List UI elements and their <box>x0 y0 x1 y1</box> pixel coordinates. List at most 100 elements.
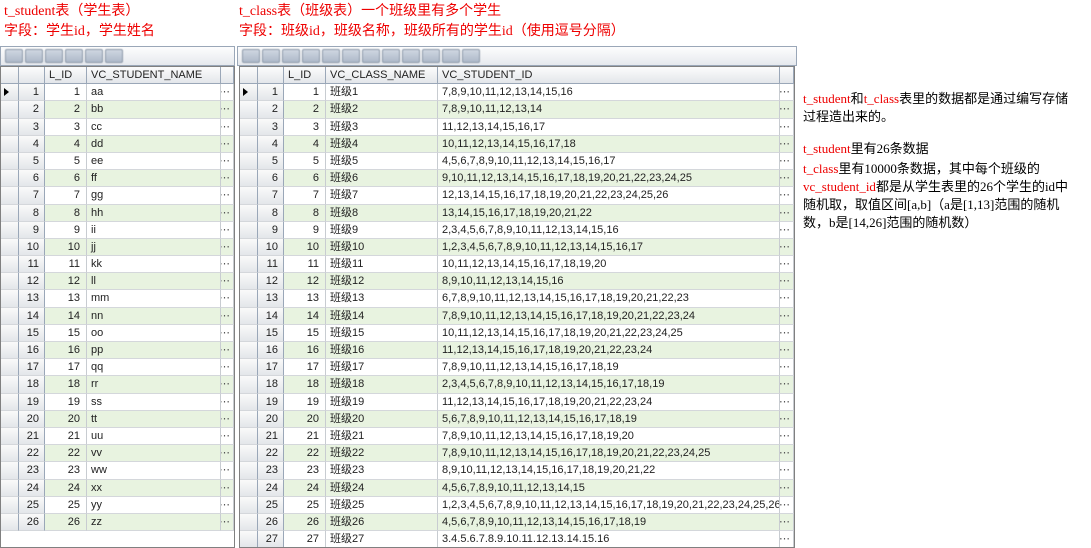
table-row[interactable]: 44dd <box>1 136 234 153</box>
cell-student-name[interactable]: ff <box>87 170 221 187</box>
cell-student-name[interactable]: ee <box>87 153 221 170</box>
toolbar-icon[interactable] <box>85 49 103 63</box>
cell-more-icon[interactable] <box>221 376 234 393</box>
cell-student-ids[interactable]: 1,2,3,4,5,6,7,8,9,10,11,12,13,14,15,16,1… <box>438 239 780 256</box>
cell-lid[interactable]: 13 <box>284 290 326 307</box>
toolbar-icon[interactable] <box>262 49 280 63</box>
toolbar-icon[interactable] <box>302 49 320 63</box>
row-gutter[interactable] <box>1 187 19 204</box>
table-row[interactable]: 99班级92,3,4,5,6,7,8,9,10,11,12,13,14,15,1… <box>240 222 794 239</box>
row-gutter[interactable] <box>1 136 19 153</box>
table-row[interactable]: 2727班级273.4.5.6.7.8.9.10.11.12.13.14.15.… <box>240 531 794 547</box>
cell-lid[interactable]: 17 <box>45 359 87 376</box>
table-row[interactable]: 2323ww <box>1 462 234 479</box>
table-row[interactable]: 1111kk <box>1 256 234 273</box>
row-gutter[interactable] <box>240 497 258 514</box>
cell-lid[interactable]: 1 <box>45 84 87 101</box>
table-row[interactable]: 1515班级1510,11,12,13,14,15,16,17,18,19,20… <box>240 325 794 342</box>
table-row[interactable]: 1616pp <box>1 342 234 359</box>
col-header-name[interactable]: VC_STUDENT_NAME <box>87 67 221 84</box>
cell-student-ids[interactable]: 7,8,9,10,11,12,13,14,15,16,17,18,19,20,2… <box>438 445 780 462</box>
gutter-header[interactable] <box>1 67 19 84</box>
cell-more-icon[interactable] <box>221 273 234 290</box>
table-row[interactable]: 1010班级101,2,3,4,5,6,7,8,9,10,11,12,13,14… <box>240 239 794 256</box>
table-row[interactable]: 2424班级244,5,6,7,8,9,10,11,12,13,14,15 <box>240 480 794 497</box>
row-gutter[interactable] <box>1 342 19 359</box>
cell-more-icon[interactable] <box>221 119 234 136</box>
toolbar-icon[interactable] <box>5 49 23 63</box>
cell-more-icon[interactable] <box>221 84 234 101</box>
table-row[interactable]: 2323班级238,9,10,11,12,13,14,15,16,17,18,1… <box>240 462 794 479</box>
cell-more-icon[interactable] <box>780 480 794 497</box>
table-row[interactable]: 1919班级1911,12,13,14,15,16,17,18,19,20,21… <box>240 394 794 411</box>
table-row[interactable]: 1717班级177,8,9,10,11,12,13,14,15,16,17,18… <box>240 359 794 376</box>
cell-lid[interactable]: 14 <box>45 308 87 325</box>
col-header-class-name[interactable]: VC_CLASS_NAME <box>326 67 438 84</box>
cell-student-ids[interactable]: 8,9,10,11,12,13,14,15,16,17,18,19,20,21,… <box>438 462 780 479</box>
cell-student-ids[interactable]: 2,3,4,5,6,7,8,9,10,11,12,13,14,15,16,17,… <box>438 376 780 393</box>
cell-lid[interactable]: 4 <box>45 136 87 153</box>
table-row[interactable]: 2626zz <box>1 514 234 531</box>
cell-student-ids[interactable]: 11,12,13,14,15,16,17,18,19,20,21,22,23,2… <box>438 394 780 411</box>
cell-lid[interactable]: 7 <box>45 187 87 204</box>
cell-lid[interactable]: 16 <box>284 342 326 359</box>
cell-student-name[interactable]: nn <box>87 308 221 325</box>
cell-student-name[interactable]: xx <box>87 480 221 497</box>
table-row[interactable]: 2020tt <box>1 411 234 428</box>
cell-lid[interactable]: 27 <box>284 531 326 547</box>
table-row[interactable]: 77班级712,13,14,15,16,17,18,19,20,21,22,23… <box>240 187 794 204</box>
table-row[interactable]: 66班级69,10,11,12,13,14,15,16,17,18,19,20,… <box>240 170 794 187</box>
cell-class-name[interactable]: 班级26 <box>326 514 438 531</box>
table-row[interactable]: 2525班级251,2,3,4,5,6,7,8,9,10,11,12,13,14… <box>240 497 794 514</box>
table-row[interactable]: 1111班级1110,11,12,13,14,15,16,17,18,19,20 <box>240 256 794 273</box>
toolbar-icon[interactable] <box>362 49 380 63</box>
cell-more-icon[interactable] <box>221 514 234 531</box>
cell-more-icon[interactable] <box>780 170 794 187</box>
cell-student-name[interactable]: kk <box>87 256 221 273</box>
row-gutter[interactable] <box>240 256 258 273</box>
cell-more-icon[interactable] <box>780 428 794 445</box>
row-gutter[interactable] <box>240 514 258 531</box>
cell-student-ids[interactable]: 6,7,8,9,10,11,12,13,14,15,16,17,18,19,20… <box>438 290 780 307</box>
toolbar-icon[interactable] <box>105 49 123 63</box>
row-gutter[interactable] <box>240 394 258 411</box>
cell-class-name[interactable]: 班级10 <box>326 239 438 256</box>
cell-lid[interactable]: 2 <box>45 101 87 118</box>
cell-lid[interactable]: 16 <box>45 342 87 359</box>
cell-student-name[interactable]: tt <box>87 411 221 428</box>
cell-lid[interactable]: 20 <box>284 411 326 428</box>
col-header-extra[interactable] <box>221 67 234 84</box>
cell-lid[interactable]: 14 <box>284 308 326 325</box>
cell-class-name[interactable]: 班级8 <box>326 205 438 222</box>
cell-student-name[interactable]: bb <box>87 101 221 118</box>
cell-more-icon[interactable] <box>780 290 794 307</box>
cell-student-ids[interactable]: 7,8,9,10,11,12,13,14,15,16 <box>438 84 780 101</box>
row-gutter[interactable] <box>240 153 258 170</box>
table-row[interactable]: 22班级27,8,9,10,11,12,13,14 <box>240 101 794 118</box>
cell-lid[interactable]: 19 <box>284 394 326 411</box>
toolbar-icon[interactable] <box>45 49 63 63</box>
cell-student-name[interactable]: aa <box>87 84 221 101</box>
cell-more-icon[interactable] <box>221 394 234 411</box>
cell-student-ids[interactable]: 7,8,9,10,11,12,13,14 <box>438 101 780 118</box>
row-gutter[interactable] <box>240 239 258 256</box>
row-gutter[interactable] <box>240 308 258 325</box>
cell-student-name[interactable]: ll <box>87 273 221 290</box>
cell-class-name[interactable]: 班级22 <box>326 445 438 462</box>
table-row[interactable]: 2525yy <box>1 497 234 514</box>
cell-class-name[interactable]: 班级19 <box>326 394 438 411</box>
cell-class-name[interactable]: 班级5 <box>326 153 438 170</box>
cell-more-icon[interactable] <box>780 359 794 376</box>
cell-student-name[interactable]: dd <box>87 136 221 153</box>
cell-student-ids[interactable]: 5,6,7,8,9,10,11,12,13,14,15,16,17,18,19 <box>438 411 780 428</box>
cell-lid[interactable]: 7 <box>284 187 326 204</box>
cell-student-ids[interactable]: 8,9,10,11,12,13,14,15,16 <box>438 273 780 290</box>
cell-more-icon[interactable] <box>221 308 234 325</box>
table-row[interactable]: 11班级17,8,9,10,11,12,13,14,15,16 <box>240 84 794 101</box>
row-gutter[interactable] <box>240 376 258 393</box>
table-row[interactable]: 1414班级147,8,9,10,11,12,13,14,15,16,17,18… <box>240 308 794 325</box>
cell-class-name[interactable]: 班级21 <box>326 428 438 445</box>
row-gutter[interactable] <box>240 101 258 118</box>
cell-student-ids[interactable]: 4,5,6,7,8,9,10,11,12,13,14,15 <box>438 480 780 497</box>
row-gutter[interactable] <box>1 222 19 239</box>
